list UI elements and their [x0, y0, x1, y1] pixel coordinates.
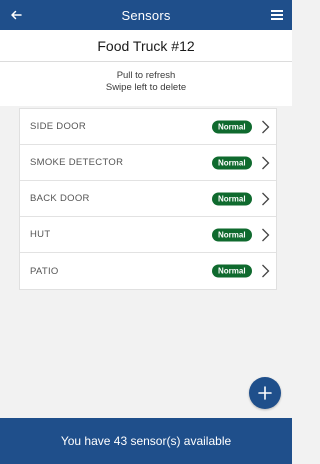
hamburger-menu-icon — [271, 10, 283, 20]
status-badge: Normal — [212, 228, 252, 241]
status-badge: Normal — [212, 120, 252, 133]
sensor-row[interactable]: SMOKE DETECTOR Normal — [20, 145, 276, 181]
sensor-row[interactable]: HUT Normal — [20, 217, 276, 253]
chevron-right-icon — [258, 228, 272, 242]
sensor-count-text: You have 43 sensor(s) available — [60, 434, 232, 448]
menu-button[interactable] — [262, 0, 292, 30]
location-title-bar: Food Truck #12 — [0, 30, 292, 62]
location-title: Food Truck #12 — [97, 37, 195, 54]
app-header: Sensors — [0, 0, 292, 30]
status-badge: Normal — [212, 156, 252, 169]
sensor-row[interactable]: SIDE DOOR Normal — [20, 109, 276, 145]
chevron-right-icon — [258, 120, 272, 134]
status-badge: Normal — [212, 264, 252, 278]
chevron-right-icon — [258, 156, 272, 170]
sensor-name: BACK DOOR — [30, 193, 90, 204]
sensor-name: PATIO — [30, 265, 59, 277]
pull-to-refresh-hint: Pull to refresh — [116, 70, 176, 81]
arrow-left-icon — [11, 10, 22, 20]
info-panel: Pull to refresh Swipe left to delete — [0, 62, 292, 106]
back-button[interactable] — [0, 0, 32, 30]
sensor-list: SIDE DOOR Normal SMOKE DETECTOR Normal B… — [19, 108, 277, 290]
sensor-count-footer: You have 43 sensor(s) available — [0, 418, 292, 464]
chevron-right-icon — [258, 264, 272, 278]
sensor-name: SIDE DOOR — [30, 121, 87, 132]
header-title: Sensors — [121, 7, 171, 23]
sensor-name: HUT — [30, 229, 51, 240]
swipe-to-delete-hint: Swipe left to delete — [105, 82, 187, 93]
sensor-row[interactable]: BACK DOOR Normal — [20, 181, 276, 217]
chevron-right-icon — [258, 192, 272, 206]
plus-icon — [258, 386, 272, 400]
sensor-row[interactable]: PATIO Normal — [20, 253, 276, 289]
sensor-name: SMOKE DETECTOR — [30, 157, 124, 168]
add-sensor-button[interactable] — [249, 377, 281, 409]
status-badge: Normal — [212, 192, 252, 205]
